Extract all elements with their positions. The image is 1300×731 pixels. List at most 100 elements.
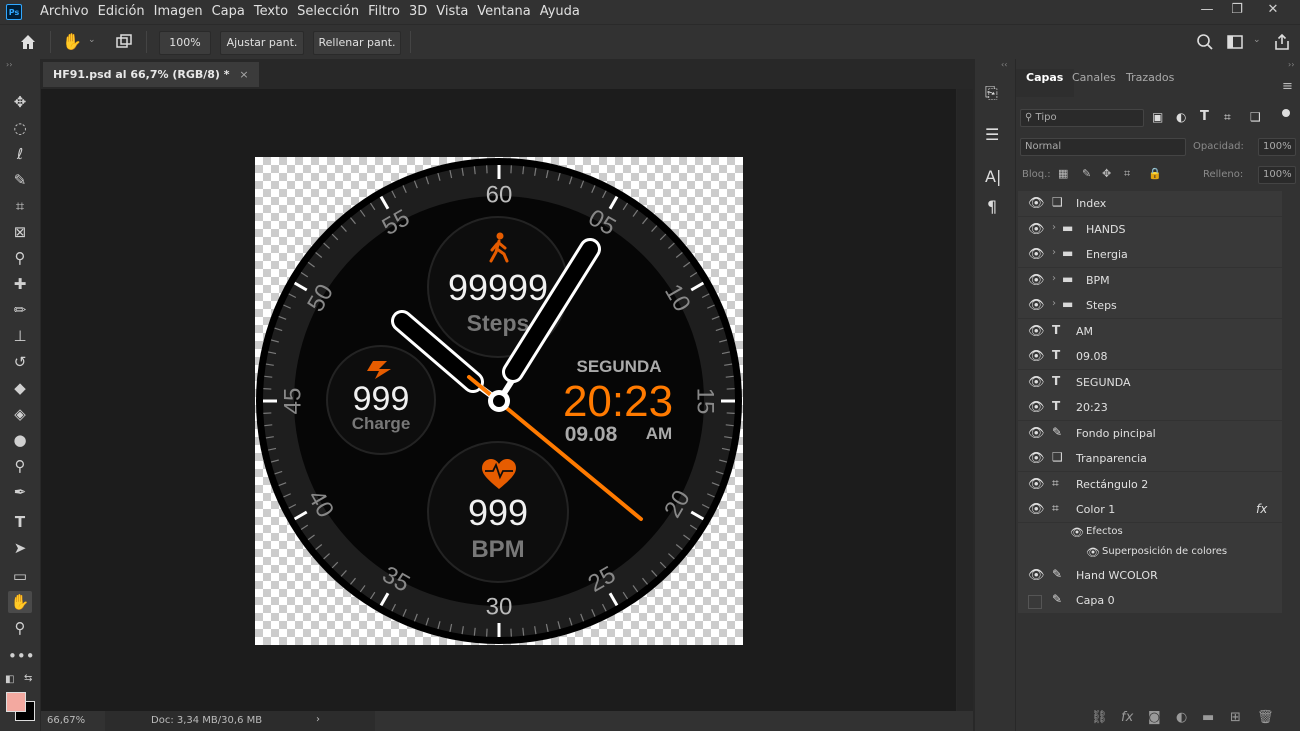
filter-type-icon[interactable]: T: [1200, 109, 1209, 124]
filter-shape-icon[interactable]: ⌗: [1224, 110, 1231, 125]
zoom-tool-icon[interactable]: ⚲: [8, 617, 32, 639]
visibility-eye-icon[interactable]: [1028, 595, 1042, 609]
menu-imagen[interactable]: Imagen: [150, 0, 207, 24]
restore-icon[interactable]: ❐: [1220, 0, 1254, 20]
collapse-icon[interactable]: ››: [6, 60, 12, 69]
move-tool-icon[interactable]: ✥: [8, 91, 32, 113]
filter-smart-icon[interactable]: ❑: [1250, 110, 1261, 124]
zoom-percent-button[interactable]: 100%: [159, 31, 211, 55]
visibility-eye-icon[interactable]: 👁: [1028, 502, 1045, 517]
brush-tool-icon[interactable]: ✏: [8, 299, 32, 321]
visibility-eye-icon[interactable]: 👁: [1028, 222, 1045, 237]
eraser-tool-icon[interactable]: ◆: [8, 377, 32, 399]
vertical-scrollbar[interactable]: [957, 89, 973, 711]
fit-screen-button[interactable]: Ajustar pant.: [220, 31, 304, 55]
lock-move-icon[interactable]: ✥: [1102, 167, 1111, 180]
visibility-eye-icon[interactable]: 👁: [1028, 426, 1045, 441]
status-arrow-icon[interactable]: ›: [316, 714, 320, 725]
paragraph-icon[interactable]: ¶: [987, 197, 997, 216]
default-colors-icon[interactable]: ◧: [5, 674, 14, 685]
stamp-tool-icon[interactable]: ⊥: [8, 325, 32, 347]
layer-row[interactable]: 👁 ✎ Fondo pincipal: [1018, 420, 1282, 446]
visibility-eye-icon[interactable]: 👁: [1028, 477, 1045, 492]
new-layer-icon[interactable]: ⊞: [1230, 710, 1241, 725]
menu-3d[interactable]: 3D: [405, 0, 431, 24]
type-tool-icon[interactable]: T: [8, 511, 32, 533]
visibility-eye-icon[interactable]: 👁: [1028, 375, 1045, 390]
chevron-right-icon[interactable]: ›: [1052, 222, 1056, 233]
menu-texto[interactable]: Texto: [250, 0, 292, 24]
lock-artboard-icon[interactable]: ⌗: [1124, 167, 1130, 181]
share-icon[interactable]: [1272, 32, 1292, 55]
workspace-icon[interactable]: [1226, 33, 1244, 54]
layer-fx-badge[interactable]: fx: [1256, 502, 1267, 516]
lasso-tool-icon[interactable]: ℓ: [8, 143, 32, 165]
workspace-chevron-icon[interactable]: ⌄: [1253, 35, 1261, 45]
effects-row[interactable]: 👁 Efectos: [1018, 522, 1282, 543]
frame-tool-icon[interactable]: ⊠: [8, 221, 32, 243]
layer-row[interactable]: 👁 ⌗ Color 1 fx: [1018, 497, 1282, 522]
crop-tool-icon[interactable]: ⌗: [8, 195, 32, 217]
minimize-icon[interactable]: —: [1190, 0, 1224, 20]
close-window-icon[interactable]: ✕: [1256, 0, 1290, 20]
visibility-eye-icon[interactable]: 👁: [1028, 247, 1045, 262]
layer-row[interactable]: 👁 ❑ Tranparencia: [1018, 446, 1282, 471]
path-select-tool-icon[interactable]: ➤: [8, 537, 32, 559]
document-canvas[interactable]: 60 05 10 15 20 25 30 35 40 45 50 55 99999 Steps 999…: [255, 157, 743, 645]
layer-row[interactable]: 👁 ⌗ Rectángulo 2: [1018, 471, 1282, 497]
lock-transparent-icon[interactable]: ▦: [1058, 167, 1068, 180]
fill-field[interactable]: 100%: [1258, 166, 1296, 184]
quick-select-tool-icon[interactable]: ✎: [8, 169, 32, 191]
panel-menu-icon[interactable]: ≡: [1282, 79, 1293, 94]
filter-pixel-icon[interactable]: ▣: [1152, 110, 1163, 124]
lock-brush-icon[interactable]: ✎: [1082, 167, 1091, 180]
opacity-field[interactable]: 100%: [1258, 138, 1296, 156]
layer-row[interactable]: ✎ Capa 0: [1018, 588, 1282, 613]
more-tools-icon[interactable]: •••: [8, 645, 35, 667]
menu-selección[interactable]: Selección: [293, 0, 363, 24]
rectangle-tool-icon[interactable]: ▭: [8, 565, 32, 587]
foreground-color-swatch[interactable]: [6, 692, 26, 712]
layer-row[interactable]: 👁 ❑ Index: [1018, 191, 1282, 216]
close-tab-icon[interactable]: ×: [239, 68, 248, 81]
arrange-windows-icon[interactable]: [114, 32, 134, 52]
tab-channels[interactable]: Canales: [1072, 71, 1116, 84]
layer-row[interactable]: 👁 T AM: [1018, 318, 1282, 344]
hand-tool-icon[interactable]: ✋: [62, 32, 82, 52]
new-group-icon[interactable]: ▬: [1202, 710, 1214, 725]
layer-row[interactable]: 👁 › ▬ HANDS: [1018, 216, 1282, 242]
visibility-eye-icon[interactable]: 👁: [1028, 349, 1045, 364]
visibility-eye-icon[interactable]: 👁: [1070, 526, 1084, 539]
new-adjustment-icon[interactable]: ◐: [1176, 710, 1187, 725]
hand-tool-active-icon[interactable]: ✋: [8, 591, 32, 613]
layer-row[interactable]: 👁 T SEGUNDA: [1018, 369, 1282, 395]
lock-all-icon[interactable]: 🔒: [1148, 167, 1162, 180]
character-icon[interactable]: A|: [985, 167, 1001, 186]
healing-tool-icon[interactable]: ✚: [8, 273, 32, 295]
tab-paths[interactable]: Trazados: [1126, 71, 1174, 84]
swap-colors-icon[interactable]: ⇆: [24, 673, 32, 684]
menu-edición[interactable]: Edición: [94, 0, 149, 24]
add-mask-icon[interactable]: ◙: [1148, 710, 1161, 725]
visibility-eye-icon[interactable]: 👁: [1028, 273, 1045, 288]
effect-item-row[interactable]: 👁 Superposición de colores: [1018, 542, 1282, 563]
marquee-tool-icon[interactable]: ◌: [8, 117, 32, 139]
status-zoom[interactable]: 66,67%: [47, 715, 85, 726]
layer-row[interactable]: 👁 › ▬ Energia: [1018, 242, 1282, 267]
visibility-eye-icon[interactable]: 👁: [1028, 298, 1045, 313]
filter-select[interactable]: ⚲ Tipo: [1020, 109, 1144, 127]
visibility-eye-icon[interactable]: 👁: [1028, 451, 1045, 466]
visibility-eye-icon[interactable]: 👁: [1028, 568, 1045, 583]
link-layers-icon[interactable]: ⛓: [1091, 710, 1108, 725]
paint-bucket-tool-icon[interactable]: ◈: [8, 403, 32, 425]
document-tab[interactable]: HF91.psd al 66,7% (RGB/8) * ×: [43, 62, 259, 87]
layer-row[interactable]: 👁 T 20:23: [1018, 395, 1282, 420]
chevron-right-icon[interactable]: ›: [1052, 247, 1056, 258]
chevron-right-icon[interactable]: ›: [1052, 298, 1056, 309]
menu-ventana[interactable]: Ventana: [473, 0, 534, 24]
chevron-right-icon[interactable]: ›: [1052, 273, 1056, 284]
visibility-eye-icon[interactable]: 👁: [1028, 196, 1045, 211]
visibility-eye-icon[interactable]: 👁: [1028, 324, 1045, 339]
menu-archivo[interactable]: Archivo: [36, 0, 93, 24]
filter-toggle[interactable]: [1282, 109, 1290, 117]
